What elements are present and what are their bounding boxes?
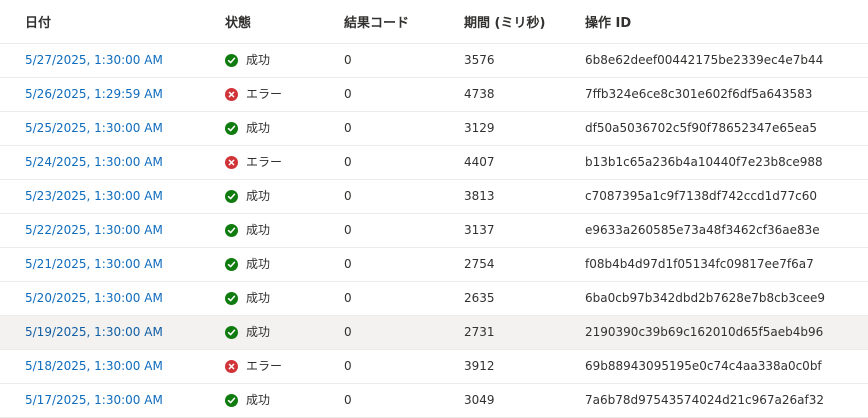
success-check-icon — [225, 190, 238, 203]
table-row[interactable]: 5/24/2025, 1:30:00 AM エラー 0 4407 b13b1c65a23… — [0, 146, 868, 180]
result-code-cell: 0 — [344, 359, 352, 373]
status-label: 成功 — [246, 121, 271, 135]
status-label: 成功 — [246, 393, 271, 407]
duration-cell: 3129 — [464, 121, 495, 135]
status-cell: 成功 — [225, 384, 270, 417]
run-history-grid: 日付 状態 結果コード 期間 (ミリ秒) 操作 ID 5/27/2025, 1:… — [0, 0, 868, 418]
grid-header: 日付 状態 結果コード 期間 (ミリ秒) 操作 ID — [0, 0, 868, 44]
run-date-link[interactable]: 5/25/2025, 1:30:00 AM — [25, 112, 163, 145]
duration-cell: 3813 — [464, 189, 495, 203]
status-label: エラー — [246, 155, 283, 169]
success-check-icon — [225, 292, 238, 305]
column-header-status[interactable]: 状態 — [225, 12, 251, 31]
duration-cell: 2754 — [464, 257, 495, 271]
error-x-icon — [225, 360, 238, 373]
success-check-icon — [225, 394, 238, 407]
result-code-cell: 0 — [344, 325, 352, 339]
status-label: エラー — [246, 359, 283, 373]
run-date-link[interactable]: 5/26/2025, 1:29:59 AM — [25, 78, 163, 111]
success-check-icon — [225, 326, 238, 339]
table-row[interactable]: 5/22/2025, 1:30:00 AM 成功 0 3137 e9633a260585… — [0, 214, 868, 248]
status-label: 成功 — [246, 291, 271, 305]
operation-id-cell: 69b88943095195e0c74c4aa338a0c0bf — [585, 359, 822, 373]
status-cell: 成功 — [225, 44, 270, 77]
status-cell: エラー — [225, 350, 282, 383]
table-row[interactable]: 5/26/2025, 1:29:59 AM エラー 0 4738 7ffb324e6ce… — [0, 78, 868, 112]
status-label: 成功 — [246, 53, 271, 67]
column-header-date[interactable]: 日付 — [25, 12, 51, 31]
run-date-link[interactable]: 5/20/2025, 1:30:00 AM — [25, 282, 163, 315]
run-date-link[interactable]: 5/17/2025, 1:30:00 AM — [25, 384, 163, 417]
result-code-cell: 0 — [344, 291, 352, 305]
table-row[interactable]: 5/20/2025, 1:30:00 AM 成功 0 2635 6ba0cb97b342… — [0, 282, 868, 316]
run-date-link[interactable]: 5/18/2025, 1:30:00 AM — [25, 350, 163, 383]
operation-id-cell: 6b8e62deef00442175be2339ec4e7b44 — [585, 53, 824, 67]
result-code-cell: 0 — [344, 53, 352, 67]
duration-cell: 2731 — [464, 325, 495, 339]
status-label: 成功 — [246, 223, 271, 237]
status-cell: エラー — [225, 146, 282, 179]
error-x-icon — [225, 156, 238, 169]
status-cell: 成功 — [225, 214, 270, 247]
status-cell: 成功 — [225, 282, 270, 315]
run-date-link[interactable]: 5/19/2025, 1:30:00 AM — [25, 316, 163, 349]
run-date-link[interactable]: 5/22/2025, 1:30:00 AM — [25, 214, 163, 247]
status-cell: 成功 — [225, 248, 270, 281]
table-row[interactable]: 5/23/2025, 1:30:00 AM 成功 0 3813 c7087395a1c9… — [0, 180, 868, 214]
operation-id-cell: 7a6b78d97543574024d21c967a26af32 — [585, 393, 824, 407]
result-code-cell: 0 — [344, 155, 352, 169]
status-label: 成功 — [246, 189, 271, 203]
operation-id-cell: df50a5036702c5f90f78652347e65ea5 — [585, 121, 817, 135]
success-check-icon — [225, 54, 238, 67]
run-date-link[interactable]: 5/27/2025, 1:30:00 AM — [25, 44, 163, 77]
table-row[interactable]: 5/27/2025, 1:30:00 AM 成功 0 3576 6b8e62deef00… — [0, 44, 868, 78]
success-check-icon — [225, 122, 238, 135]
status-label: 成功 — [246, 257, 271, 271]
operation-id-cell: 7ffb324e6ce8c301e602f6df5a643583 — [585, 87, 813, 101]
operation-id-cell: e9633a260585e73a48f3462cf36ae83e — [585, 223, 820, 237]
run-date-link[interactable]: 5/24/2025, 1:30:00 AM — [25, 146, 163, 179]
run-date-link[interactable]: 5/23/2025, 1:30:00 AM — [25, 180, 163, 213]
duration-cell: 2635 — [464, 291, 495, 305]
column-header-result-code[interactable]: 結果コード — [344, 12, 409, 31]
table-row[interactable]: 5/21/2025, 1:30:00 AM 成功 0 2754 f08b4b4d97d1… — [0, 248, 868, 282]
status-label: エラー — [246, 87, 283, 101]
result-code-cell: 0 — [344, 257, 352, 271]
duration-cell: 4738 — [464, 87, 495, 101]
status-cell: 成功 — [225, 112, 270, 145]
table-row[interactable]: 5/19/2025, 1:30:00 AM 成功 0 2731 2190390c39b6… — [0, 316, 868, 350]
duration-cell: 3912 — [464, 359, 495, 373]
duration-cell: 3137 — [464, 223, 495, 237]
result-code-cell: 0 — [344, 393, 352, 407]
success-check-icon — [225, 258, 238, 271]
operation-id-cell: c7087395a1c9f7138df742ccd1d77c60 — [585, 189, 817, 203]
column-header-operation-id[interactable]: 操作 ID — [585, 12, 631, 31]
result-code-cell: 0 — [344, 223, 352, 237]
operation-id-cell: 6ba0cb97b342dbd2b7628e7b8cb3cee9 — [585, 291, 826, 305]
column-header-duration[interactable]: 期間 (ミリ秒) — [464, 12, 545, 31]
result-code-cell: 0 — [344, 189, 352, 203]
operation-id-cell: b13b1c65a236b4a10440f7e23b8ce988 — [585, 155, 823, 169]
table-row[interactable]: 5/25/2025, 1:30:00 AM 成功 0 3129 df50a5036702… — [0, 112, 868, 146]
status-cell: 成功 — [225, 180, 270, 213]
operation-id-cell: f08b4b4d97d1f05134fc09817ee7f6a7 — [585, 257, 814, 271]
duration-cell: 3049 — [464, 393, 495, 407]
error-x-icon — [225, 88, 238, 101]
run-date-link[interactable]: 5/21/2025, 1:30:00 AM — [25, 248, 163, 281]
duration-cell: 4407 — [464, 155, 495, 169]
status-cell: エラー — [225, 78, 282, 111]
table-row[interactable]: 5/18/2025, 1:30:00 AM エラー 0 3912 69b88943095… — [0, 350, 868, 384]
status-cell: 成功 — [225, 316, 270, 349]
table-row[interactable]: 5/17/2025, 1:30:00 AM 成功 0 3049 7a6b78d97543… — [0, 384, 868, 418]
result-code-cell: 0 — [344, 121, 352, 135]
grid-body: 5/27/2025, 1:30:00 AM 成功 0 3576 6b8e62deef00… — [0, 44, 868, 418]
success-check-icon — [225, 224, 238, 237]
operation-id-cell: 2190390c39b69c162010d65f5aeb4b96 — [585, 325, 824, 339]
result-code-cell: 0 — [344, 87, 352, 101]
status-label: 成功 — [246, 325, 271, 339]
duration-cell: 3576 — [464, 53, 495, 67]
